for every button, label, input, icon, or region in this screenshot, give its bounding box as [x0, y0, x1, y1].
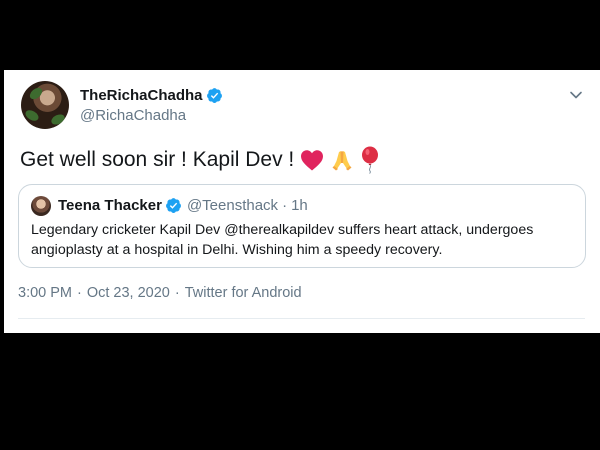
tweet-time[interactable]: 3:00 PM — [18, 285, 72, 301]
author-handle[interactable]: @RichaChadha — [80, 107, 186, 124]
red-heart-icon — [301, 150, 324, 171]
author-name[interactable]: TheRichaChadha — [80, 87, 223, 104]
balloon-icon — [362, 146, 379, 174]
verified-badge-icon — [206, 88, 222, 103]
tweet-date[interactable]: Oct 23, 2020 — [87, 285, 170, 301]
quoted-tweet-header: Teena Thacker @Teensthack · 1h — [58, 197, 308, 214]
verified-badge-icon — [166, 198, 181, 213]
tweet-text: Get well soon sir ! Kapil Dev ! — [20, 146, 380, 174]
quoted-tweet-age: 1h — [291, 197, 308, 214]
quoted-meta-separator: · — [282, 197, 288, 214]
chevron-down-icon[interactable] — [569, 88, 583, 102]
author-avatar[interactable] — [21, 81, 69, 129]
divider — [18, 318, 585, 319]
author-name-text[interactable]: TheRichaChadha — [80, 87, 203, 104]
folded-hands-icon — [332, 151, 352, 171]
tweet-source[interactable]: Twitter for Android — [185, 285, 302, 301]
tweet-text-content: Get well soon sir ! Kapil Dev ! — [20, 148, 295, 171]
footer-separator: · — [77, 285, 82, 301]
quoted-author-handle: @Teensthack — [186, 197, 279, 214]
quoted-tweet-card[interactable]: Teena Thacker @Teensthack · 1h Legendary… — [18, 184, 586, 268]
tweet-footer: 3:00 PM · Oct 23, 2020 · Twitter for And… — [18, 285, 302, 301]
tweet-card: TheRichaChadha @RichaChadha Get well soo… — [4, 70, 600, 333]
quoted-tweet-text: Legendary cricketer Kapil Dev @therealka… — [31, 222, 534, 258]
quoted-author-avatar — [31, 196, 51, 216]
quoted-author-name: Teena Thacker — [58, 197, 162, 214]
footer-separator: · — [174, 285, 180, 301]
